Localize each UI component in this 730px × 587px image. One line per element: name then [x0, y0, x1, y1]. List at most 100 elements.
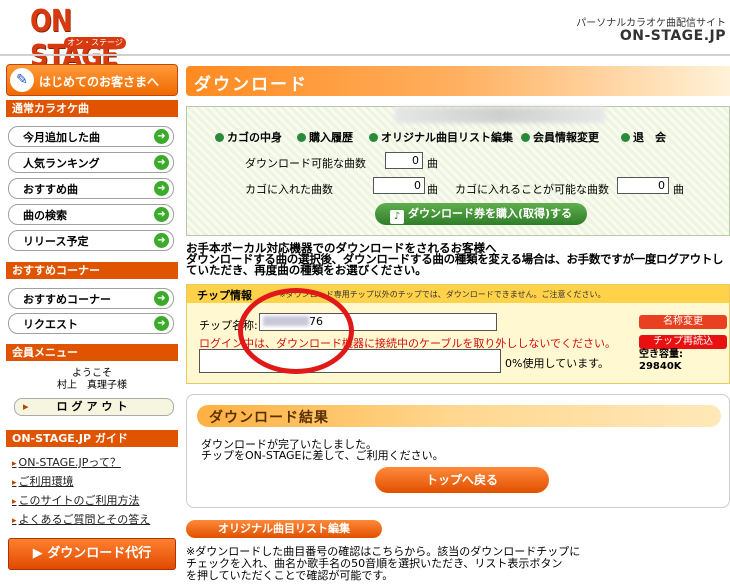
- download-result-panel: ダウンロード結果 ダウンロードが完了いたしました。 チップをON-STAGEに差…: [186, 394, 730, 508]
- guide-link-label: ご利用環境: [18, 475, 74, 488]
- arrow-right-icon: ➜: [154, 129, 169, 144]
- downloadable-count-value: 0: [385, 152, 423, 169]
- site-tagline: パーソナルカラオケ曲配信サイト: [576, 18, 726, 29]
- back-to-top-button[interactable]: トップへ戻る: [375, 467, 549, 493]
- highlight-circle: [238, 288, 354, 374]
- original-list-description: ※ダウンロードした曲目番号の確認はこちらから。該当のダウンロードチップに チェッ…: [186, 546, 730, 582]
- result-title-bar: ダウンロード結果: [197, 405, 721, 427]
- recommend-section-header: おすすめコーナー: [6, 262, 178, 279]
- bullet-icon: [521, 133, 530, 142]
- user-name: 村上 真理子様: [57, 380, 127, 391]
- sidebar-item-new-this-month[interactable]: 今月追加した曲 ➜: [8, 126, 174, 147]
- chip-info-title: チップ情報: [197, 289, 252, 302]
- arrow-right-icon: ➜: [154, 155, 169, 170]
- arrow-right-icon: ➜: [154, 233, 169, 248]
- nav-link-withdraw[interactable]: 退 会: [621, 129, 666, 145]
- bullet-icon: ▸: [12, 516, 17, 526]
- sidebar-item-recommend-corner[interactable]: おすすめコーナー ➜: [8, 288, 174, 309]
- reload-chip-button[interactable]: チップ再読込: [639, 335, 727, 349]
- sidebar-item-label: 人気ランキング: [23, 157, 100, 170]
- downloadable-count-label: ダウンロード可能な曲数: [245, 157, 366, 170]
- logo-subtitle: オン・ステージ: [64, 37, 126, 49]
- sidebar-item-label: 今月追加した曲: [23, 131, 100, 144]
- result-message-line: チップをON-STAGEに差して、ご利用ください。: [201, 449, 444, 462]
- page-title: ダウンロード: [194, 75, 308, 95]
- buy-download-ticket-button[interactable]: ♪ ダウンロード券を購入(取得)する: [375, 203, 587, 225]
- bullet-icon: [297, 133, 306, 142]
- arrow-right-icon: ➜: [154, 291, 169, 306]
- nav-link-member-info[interactable]: 会員情報変更: [521, 129, 599, 145]
- free-space-label: 空き容量:: [639, 349, 683, 360]
- sidebar-item-label: おすすめコーナー: [23, 293, 111, 306]
- download-proxy-button[interactable]: ▶ ダウンロード代行: [8, 538, 176, 570]
- header-divider: [0, 54, 730, 56]
- sidebar-item-ranking[interactable]: 人気ランキング ➜: [8, 152, 174, 173]
- page-title-bar: ダウンロード: [186, 66, 730, 96]
- arrow-right-icon: ➜: [154, 181, 169, 196]
- nav-link-label: カゴの中身: [227, 131, 282, 144]
- welcome-text: ようこそ: [72, 368, 112, 379]
- download-proxy-label: ダウンロード代行: [47, 546, 152, 561]
- guide-link-label: よくあるご質問とその答え: [18, 513, 151, 526]
- nav-link-label: オリジナル曲目リスト編集: [381, 131, 513, 144]
- cart-possible-label: カゴに入れることが可能な曲数: [455, 183, 609, 196]
- arrow-right-icon: ➜: [154, 316, 169, 331]
- sidebar-item-label: リリース予定: [23, 235, 89, 248]
- sidebar-item-label: リクエスト: [23, 318, 78, 331]
- bullet-icon: ▸: [12, 497, 17, 507]
- description-line: を押していただくことで確認が可能です。: [186, 569, 394, 582]
- bullet-icon: ▸: [12, 459, 17, 469]
- unit-label: 曲: [427, 183, 438, 196]
- play-icon: ▸: [23, 400, 29, 413]
- sidebar-item-song-search[interactable]: 曲の検索 ➜: [8, 204, 174, 225]
- site-logo[interactable]: ON STAGE オン・ステージ: [30, 4, 154, 74]
- guide-link-environment[interactable]: ▸ ご利用環境: [12, 473, 74, 489]
- sidebar-item-recommended-songs[interactable]: おすすめ曲 ➜: [8, 178, 174, 199]
- first-visit-button[interactable]: ✎ はじめてのお客さまへ: [6, 64, 178, 96]
- chip-usage-bar: [199, 349, 501, 373]
- notice-line: ていただき、再度曲の種類をお選びください。: [186, 263, 427, 277]
- nav-link-cart[interactable]: カゴの中身: [215, 129, 282, 145]
- first-visit-label: はじめてのお客さまへ: [39, 75, 160, 89]
- cart-possible-value: 0: [617, 177, 669, 194]
- chip-usage-text: 0%使用しています。: [505, 357, 610, 370]
- bullet-icon: ▸: [12, 478, 17, 488]
- member-section-header: 会員メニュー: [6, 344, 178, 361]
- sidebar-item-label: おすすめ曲: [23, 183, 78, 196]
- guide-link-about[interactable]: ▸ ON-STAGE.JPって？: [12, 454, 121, 470]
- original-list-edit-tab[interactable]: オリジナル曲目リスト編集: [186, 520, 382, 538]
- buy-button-label: ダウンロード券を購入(取得)する: [407, 207, 573, 220]
- unit-label: 曲: [427, 157, 438, 170]
- sidebar-item-upcoming-releases[interactable]: リリース予定 ➜: [8, 230, 174, 251]
- result-message: ダウンロードが完了いたしました。 チップをON-STAGEに差して、ご利用くださ…: [201, 439, 444, 461]
- guide-link-how-to-use[interactable]: ▸ このサイトのご利用方法: [12, 492, 140, 508]
- brand-url: ON-STAGE.JP: [619, 28, 726, 44]
- logout-button[interactable]: ▸ ログアウト: [14, 398, 174, 416]
- bullet-icon: [215, 133, 224, 142]
- guide-link-label: このサイトのご利用方法: [18, 494, 140, 507]
- nav-link-original-list[interactable]: オリジナル曲目リスト編集: [369, 129, 513, 145]
- bullet-icon: [621, 133, 630, 142]
- guide-link-label: ON-STAGE.JPって？: [18, 456, 121, 469]
- arrow-right-icon: ➜: [154, 207, 169, 222]
- sidebar-item-request[interactable]: リクエスト ➜: [8, 313, 174, 334]
- bullet-icon: [369, 133, 378, 142]
- redacted-text: [395, 107, 605, 123]
- vocal-device-notice: お手本ボーカル対応機器でのダウンロードをされるお客様へ ダウンロードする曲の選択…: [186, 242, 730, 277]
- karaoke-section-header: 通常カラオケ曲: [6, 100, 178, 117]
- cart-count-value: 0: [373, 177, 425, 194]
- nav-link-purchase-history[interactable]: 購入履歴: [297, 129, 353, 145]
- sidebar-item-label: 曲の検索: [23, 209, 67, 222]
- play-icon: ▶: [32, 546, 48, 561]
- nav-link-label: 退 会: [633, 131, 666, 144]
- guide-link-faq[interactable]: ▸ よくあるご質問とその答え: [12, 511, 150, 527]
- result-title: ダウンロード結果: [209, 410, 329, 426]
- sidebar: ✎ はじめてのお客さまへ 通常カラオケ曲 今月追加した曲 ➜ 人気ランキング ➜…: [6, 64, 178, 587]
- info-icon: ✎: [10, 68, 34, 92]
- rename-chip-button[interactable]: 名称変更: [639, 315, 727, 329]
- cart-count-label: カゴに入れた曲数: [245, 183, 333, 196]
- guide-section-header: ON-STAGE.JP ガイド: [6, 430, 178, 447]
- free-space-value: 29840K: [639, 361, 682, 372]
- nav-link-label: 購入履歴: [309, 131, 353, 144]
- music-note-icon: ♪: [389, 210, 404, 224]
